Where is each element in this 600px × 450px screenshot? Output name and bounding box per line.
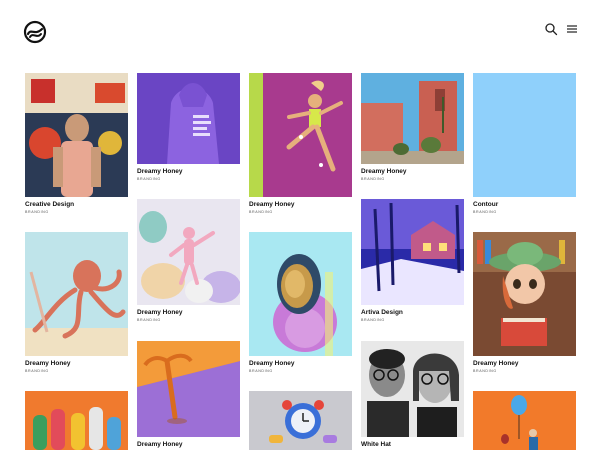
snowy-cabin-illustration-image xyxy=(361,199,464,305)
card-title: Dreamy Honey xyxy=(249,360,295,367)
portfolio-thumbnail xyxy=(361,73,464,164)
portfolio-thumbnail xyxy=(25,73,128,197)
portfolio-card[interactable]: Artiva Design BRANDING xyxy=(361,199,464,323)
card-title: Dreamy Honey xyxy=(249,201,295,208)
card-title: Dreamy Honey xyxy=(137,441,183,448)
portfolio-card[interactable]: Dreamy Honey BRANDING xyxy=(249,73,352,215)
card-title: Dreamy Honey xyxy=(137,168,183,175)
portfolio-card[interactable]: Dreamy Honey BRANDING xyxy=(137,199,240,323)
portfolio-thumbnail xyxy=(249,232,352,356)
portfolio-thumbnail xyxy=(249,73,352,197)
reading-girl-character-image xyxy=(473,232,576,356)
card-title: Dreamy Honey xyxy=(361,168,407,175)
card-category: BRANDING xyxy=(473,210,497,214)
card-title: Contour xyxy=(473,201,499,208)
portfolio-card[interactable]: Dreamy Honey BRANDING xyxy=(249,232,352,374)
portfolio-card[interactable]: Dreamy Honey BRANDING xyxy=(137,73,240,182)
portfolio-thumbnail xyxy=(137,341,240,437)
card-category: BRANDING xyxy=(137,177,161,181)
portfolio-card[interactable]: Dreamy Honey BRANDING xyxy=(473,232,576,374)
tattooed-man-image xyxy=(25,73,128,197)
card-category: BRANDING xyxy=(249,369,273,373)
card-title: White Hat xyxy=(361,441,391,448)
portfolio-thumbnail xyxy=(249,391,352,450)
portfolio-thumbnail xyxy=(473,73,576,197)
portfolio-thumbnail xyxy=(473,391,576,450)
couple-portrait-image xyxy=(361,341,464,437)
portfolio-card[interactable]: Dreamy Honey BRANDING xyxy=(361,73,464,182)
card-title: Dreamy Honey xyxy=(473,360,519,367)
orange-palm-tree-image xyxy=(137,341,240,437)
toy-figures-image xyxy=(25,391,128,450)
dancing-woman-image xyxy=(249,73,352,197)
portfolio-thumbnail xyxy=(361,199,464,305)
card-category: BRANDING xyxy=(473,369,497,373)
card-title: Artiva Design xyxy=(361,309,403,316)
portfolio-card[interactable]: White Hat xyxy=(361,341,464,449)
portfolio-thumbnail xyxy=(25,232,128,356)
portfolio-thumbnail xyxy=(137,199,240,305)
card-title: Creative Design xyxy=(25,201,75,208)
orange-balloon-image xyxy=(473,391,576,450)
card-category: BRANDING xyxy=(137,318,161,322)
portfolio-thumbnail xyxy=(361,341,464,437)
portfolio-thumbnail xyxy=(473,232,576,356)
card-category: BRANDING xyxy=(25,210,49,214)
portfolio-thumbnail xyxy=(137,73,240,164)
portfolio-grid: Creative Design BRANDING Dreamy Honey BR… xyxy=(0,0,600,450)
portfolio-card[interactable]: Dreamy Honey BRANDING xyxy=(25,232,128,374)
portfolio-card[interactable]: Contour BRANDING xyxy=(473,73,576,215)
portfolio-thumbnail xyxy=(25,391,128,450)
octopus-image xyxy=(25,232,128,356)
card-title: Dreamy Honey xyxy=(137,309,183,316)
portfolio-card[interactable]: Creative Design BRANDING xyxy=(25,73,128,215)
card-title: Dreamy Honey xyxy=(25,360,71,367)
portfolio-card[interactable]: Dreamy Honey xyxy=(137,341,240,449)
pastel-balloon-figure-image xyxy=(137,199,240,305)
light-blue-placeholder-image xyxy=(473,73,576,197)
pink-architecture-image xyxy=(361,73,464,164)
card-category: BRANDING xyxy=(361,318,385,322)
portfolio-card[interactable] xyxy=(249,391,352,450)
card-category: BRANDING xyxy=(25,369,49,373)
purple-hoodie-image xyxy=(137,73,240,164)
toy-clock-image xyxy=(249,391,352,450)
portfolio-card[interactable] xyxy=(473,391,576,450)
golden-head-sculpture-image xyxy=(249,232,352,356)
card-category: BRANDING xyxy=(249,210,273,214)
card-category: BRANDING xyxy=(361,177,385,181)
portfolio-card[interactable] xyxy=(25,391,128,450)
